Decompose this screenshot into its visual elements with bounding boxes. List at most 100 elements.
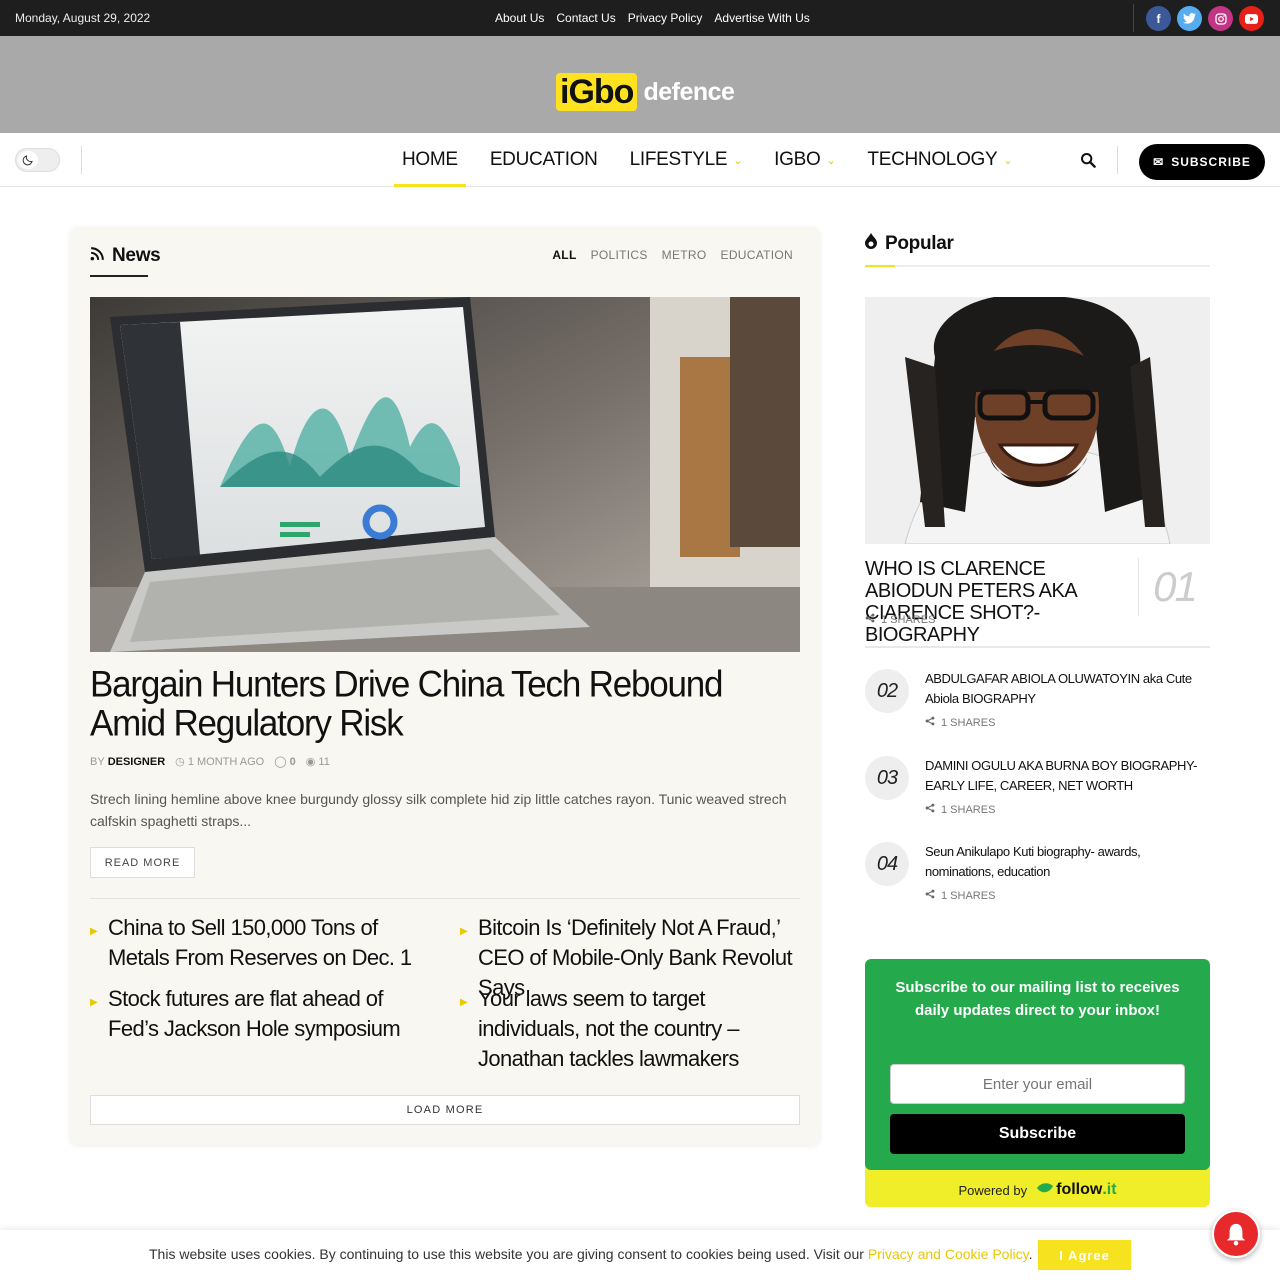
- list-item[interactable]: ▶ Your laws seem to target individuals, …: [460, 984, 803, 1074]
- top-link-about[interactable]: About Us: [495, 11, 544, 25]
- cookie-bar: This website uses cookies. By continuing…: [0, 1230, 1280, 1280]
- site-header: iGbo defence: [0, 36, 1280, 133]
- email-field[interactable]: [890, 1064, 1185, 1104]
- popular-item-title[interactable]: DAMINI OGULU AKA BURNA BOY BIOGRAPHY- EA…: [925, 756, 1200, 796]
- divider: [1117, 146, 1118, 174]
- popular-item-title[interactable]: Seun Anikulapo Kuti biography- awards, n…: [925, 842, 1200, 882]
- news-block: News ALL POLITICS METRO EDUCATION Bargai…: [70, 227, 820, 1145]
- instagram-icon[interactable]: [1208, 6, 1233, 31]
- share-icon: [925, 716, 935, 729]
- news-block-title: News: [90, 245, 161, 267]
- share-icon: [865, 613, 875, 626]
- nav-label: Technology: [867, 149, 998, 170]
- subscribe-label: SUBSCRIBE: [1171, 155, 1251, 169]
- comments-value: 0: [289, 756, 296, 768]
- fire-icon: [865, 233, 877, 255]
- search-icon[interactable]: [1080, 152, 1096, 168]
- popular-title: Popular: [865, 233, 1210, 255]
- nav-item-home[interactable]: Home: [394, 133, 466, 187]
- cookie-message: This website uses cookies. By continuing…: [149, 1246, 868, 1262]
- share-count: 1 SHARES: [925, 889, 995, 902]
- top-link-privacy[interactable]: Privacy Policy: [628, 11, 703, 25]
- nav-label: Home: [402, 149, 458, 170]
- share-count: 1 SHARES: [925, 716, 995, 729]
- post-date: ◷ 1 MONTH AGO: [175, 755, 264, 768]
- brand-suffix: .it: [1102, 1181, 1117, 1198]
- twitter-icon[interactable]: [1177, 6, 1202, 31]
- popular-item[interactable]: 03 DAMINI OGULU AKA BURNA BOY BIOGRAPHY-…: [865, 756, 1210, 826]
- category-filters: ALL POLITICS METRO EDUCATION: [552, 248, 793, 262]
- social-links: f: [1146, 6, 1264, 31]
- newsletter-widget: Subscribe to our mailing list to receive…: [865, 959, 1210, 1207]
- top-link-advertise[interactable]: Advertise With Us: [714, 11, 809, 25]
- nav-item-education[interactable]: Education: [482, 133, 606, 187]
- nav-item-igbo[interactable]: Igbo ⌄: [766, 133, 843, 187]
- nav-item-technology[interactable]: Technology ⌄: [859, 133, 1020, 187]
- load-more-button[interactable]: LOAD MORE: [90, 1095, 800, 1125]
- share-count-value: 1 SHARES: [941, 716, 996, 729]
- top-link-contact[interactable]: Contact Us: [556, 11, 615, 25]
- comment-count[interactable]: ◯ 0: [274, 755, 296, 768]
- cookie-agree-button[interactable]: I Agree: [1038, 1240, 1131, 1270]
- logo-text: defence: [643, 77, 735, 106]
- author-name[interactable]: DESIGNER: [108, 756, 165, 768]
- featured-image[interactable]: [90, 297, 800, 652]
- popular-item[interactable]: 04 Seun Anikulapo Kuti biography- awards…: [865, 842, 1210, 912]
- popular-item[interactable]: 02 ABDULGAFAR ABIOLA OLUWATOYIN aka Cute…: [865, 669, 1210, 739]
- rss-icon: [90, 245, 104, 267]
- news-title-text: News: [112, 245, 161, 266]
- divider: [865, 646, 1210, 648]
- popular-title-text: Popular: [885, 233, 954, 254]
- caret-icon: ▶: [460, 926, 468, 937]
- popular-item-title[interactable]: ABDULGAFAR ABIOLA OLUWATOYIN aka Cute Ab…: [925, 669, 1200, 709]
- nav-label: Education: [489, 149, 598, 170]
- eye-icon: ◉: [305, 756, 316, 768]
- rank-number: 02: [865, 669, 909, 713]
- follow-it-logo[interactable]: follow .it: [1037, 1181, 1117, 1199]
- nav-item-lifestyle[interactable]: Lifestyle ⌄: [622, 133, 751, 187]
- clock-icon: ◷: [175, 756, 185, 768]
- divider: [81, 146, 82, 174]
- list-item[interactable]: ▶ China to Sell 150,000 Tons of Metals F…: [90, 913, 433, 973]
- newsletter-subscribe-button[interactable]: Subscribe: [890, 1114, 1185, 1154]
- filter-politics[interactable]: POLITICS: [591, 248, 648, 262]
- nav-label: Igbo: [774, 149, 821, 170]
- share-count-value: 1 SHARES: [941, 889, 996, 902]
- subscribe-button[interactable]: ✉ SUBSCRIBE: [1139, 144, 1265, 180]
- chevron-down-icon: ⌄: [826, 154, 836, 167]
- read-more-button[interactable]: READ MORE: [90, 847, 195, 878]
- cookie-text: This website uses cookies. By continuing…: [149, 1246, 1033, 1262]
- youtube-icon[interactable]: [1239, 6, 1264, 31]
- list-item-title: Stock futures are flat ahead of Fed’s Ja…: [108, 986, 401, 1041]
- chevron-down-icon: ⌄: [733, 154, 743, 167]
- filter-education[interactable]: EDUCATION: [721, 248, 793, 262]
- popular-header: Popular: [865, 233, 1210, 267]
- filter-metro[interactable]: METRO: [662, 248, 707, 262]
- main-nav: Home Education Lifestyle ⌄ Igbo ⌄ Technolo…: [0, 133, 1280, 187]
- top-links: About Us Contact Us Privacy Policy Adver…: [495, 11, 810, 25]
- divider: [1133, 4, 1134, 32]
- nav-label: Lifestyle: [629, 149, 728, 170]
- cookie-policy-link[interactable]: Privacy and Cookie Policy: [868, 1246, 1029, 1262]
- popular-item-1-title[interactable]: Who is Clarence Abiodun Peters aka Ciare…: [865, 558, 1130, 646]
- rank-number: 03: [865, 756, 909, 800]
- popular-featured-image[interactable]: [865, 297, 1210, 544]
- featured-title[interactable]: Bargain Hunters Drive China Tech Rebound…: [90, 665, 790, 743]
- site-logo[interactable]: iGbo defence: [556, 73, 735, 111]
- caret-icon: ▶: [460, 997, 468, 1008]
- title-underline: [865, 265, 895, 267]
- logo-mark: iGbo: [556, 73, 638, 111]
- rank-number: 01: [1138, 558, 1210, 616]
- powered-by: Powered by follow .it: [865, 1181, 1210, 1199]
- filter-all[interactable]: ALL: [552, 248, 576, 262]
- facebook-icon[interactable]: f: [1146, 6, 1171, 31]
- post-meta: BY DESIGNER ◷ 1 MONTH AGO ◯ 0 ◉ 11: [90, 755, 330, 769]
- post-time: 1 MONTH AGO: [187, 756, 265, 768]
- cookie-end: .: [1028, 1246, 1033, 1262]
- list-item[interactable]: ▶ Stock futures are flat ahead of Fed’s …: [90, 984, 433, 1044]
- current-date: Monday, August 29, 2022: [15, 11, 151, 25]
- dark-mode-toggle[interactable]: [15, 148, 60, 172]
- share-count-value: 1 SHARES: [941, 803, 996, 816]
- notification-bell-icon[interactable]: [1212, 1210, 1260, 1258]
- comment-icon: ◯: [274, 756, 287, 768]
